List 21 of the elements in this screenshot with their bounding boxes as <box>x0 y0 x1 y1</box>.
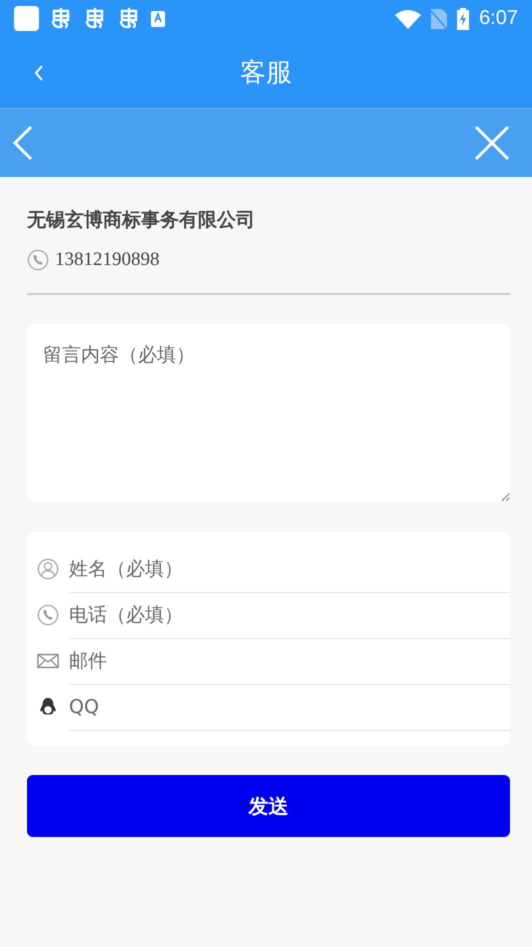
phone-number: 13812190898 <box>55 249 160 271</box>
keyboard-icon <box>151 10 165 26</box>
input-field[interactable]: 电话（必填） <box>69 592 510 638</box>
input-field[interactable]: 邮件 <box>69 638 510 684</box>
message-field[interactable]: 留言内容（必填） <box>27 324 510 502</box>
notification-icon <box>14 6 39 31</box>
back-icon[interactable] <box>12 125 34 161</box>
back-icon[interactable] <box>33 63 45 83</box>
person-icon <box>37 558 59 580</box>
input-field[interactable]: QQ <box>69 684 510 730</box>
send-button[interactable]: 发送 <box>27 775 510 837</box>
page-title: 客服 <box>240 57 292 90</box>
phone-icon <box>37 604 59 626</box>
input-field[interactable]: 姓名（必填） <box>69 546 510 592</box>
company-name: 无锡玄博商标事务有限公司 <box>27 208 256 233</box>
phone-icon <box>27 249 49 271</box>
battery-icon <box>457 8 470 30</box>
wifi-icon <box>395 8 422 28</box>
no-sim-icon <box>431 8 448 28</box>
close-icon[interactable] <box>474 125 510 161</box>
status-time: 6:07 <box>479 7 518 30</box>
